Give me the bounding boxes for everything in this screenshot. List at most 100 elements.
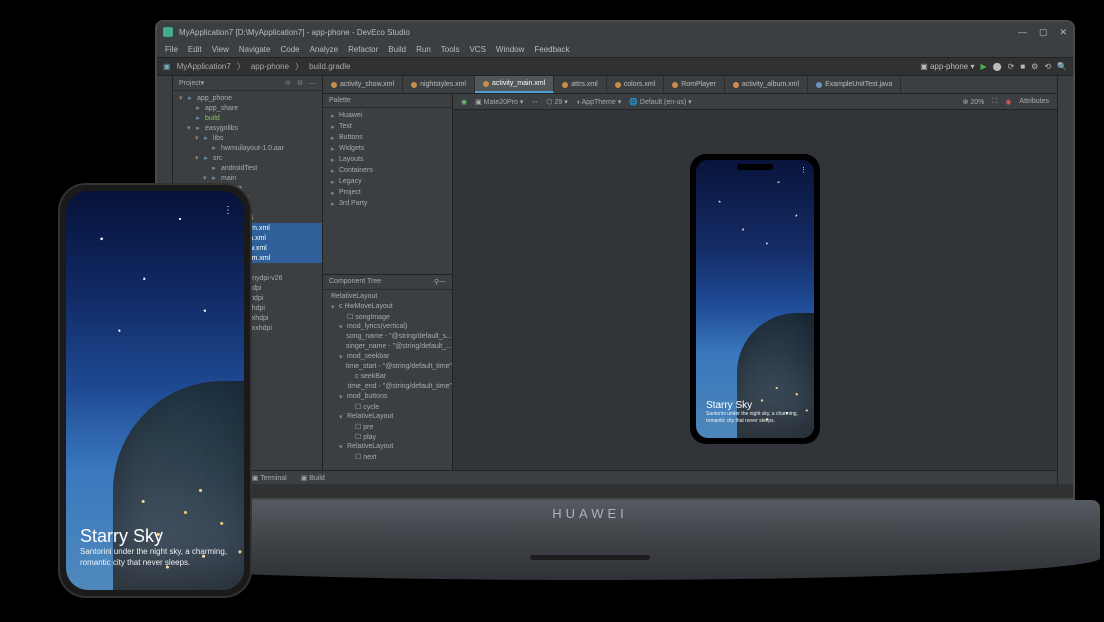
- zoom-label[interactable]: ⊕ 20%: [963, 98, 985, 106]
- component-item[interactable]: ▾mod_lyrics(vertical): [323, 322, 452, 332]
- palette-list[interactable]: HuaweiTextButtonsWidgetsLayoutsContainer…: [323, 108, 452, 274]
- palette-item[interactable]: Buttons: [323, 132, 452, 143]
- bottom-tab-terminal[interactable]: ▣ Terminal: [252, 474, 287, 482]
- component-hide-icon[interactable]: —: [439, 278, 446, 286]
- component-item[interactable]: ☐ next: [323, 452, 452, 462]
- gear-icon[interactable]: ⚙: [297, 79, 303, 87]
- palette-header: Palette: [323, 94, 452, 108]
- collapse-icon[interactable]: ⊖: [285, 79, 291, 87]
- menu-window[interactable]: Window: [496, 45, 524, 54]
- menu-build[interactable]: Build: [388, 45, 406, 54]
- app-icon: [163, 27, 173, 37]
- hide-icon[interactable]: —: [309, 80, 316, 87]
- menu-edit[interactable]: Edit: [188, 45, 202, 54]
- menu-analyze[interactable]: Analyze: [310, 45, 338, 54]
- bottom-tab-build[interactable]: ▣ Build: [301, 474, 325, 482]
- eye-icon[interactable]: ◉: [461, 98, 467, 106]
- component-item[interactable]: c seekBar: [323, 372, 452, 382]
- editor-tab[interactable]: attrs.xml: [554, 76, 606, 93]
- phone-overlay: Starry Sky Santorini under the night sky…: [80, 526, 240, 568]
- component-item[interactable]: ▾mod_seekbar: [323, 352, 452, 362]
- palette-item[interactable]: Layouts: [323, 154, 452, 165]
- tree-item[interactable]: ▾▸app_phone: [173, 93, 322, 103]
- window-controls[interactable]: — ▢ ✕: [1018, 27, 1067, 38]
- tree-item[interactable]: ▾▸easygolibs: [173, 123, 322, 133]
- component-item[interactable]: ☐ pre: [323, 422, 452, 432]
- menu-file[interactable]: File: [165, 45, 178, 54]
- component-item[interactable]: ☐ songImage: [323, 312, 452, 322]
- component-item[interactable]: song_name - "@string/default_s...: [323, 332, 452, 342]
- phone-subtitle: Santorini under the night sky, a charmin…: [80, 547, 240, 568]
- api-select[interactable]: ⬡ 29 ▾: [546, 98, 567, 106]
- editor-tab[interactable]: ExampleUnitTest.java: [808, 76, 901, 93]
- palette-item[interactable]: 3rd Party: [323, 198, 452, 209]
- theme-select[interactable]: ◑ AppTheme ▾: [576, 98, 622, 106]
- palette-item[interactable]: Text: [323, 121, 452, 132]
- sync-icon[interactable]: ⟲: [1044, 62, 1051, 71]
- minimize-icon[interactable]: —: [1018, 27, 1027, 38]
- crumb-project[interactable]: MyApplication7: [177, 62, 231, 71]
- palette-item[interactable]: Containers: [323, 165, 452, 176]
- tree-item[interactable]: ▾▸src: [173, 153, 322, 163]
- tree-item[interactable]: ▸app_share: [173, 103, 322, 113]
- editor-tab[interactable]: colors.xml: [607, 76, 665, 93]
- warn-icon[interactable]: ◉: [1005, 98, 1011, 106]
- preview-canvas: ⋮ Starry Sky Santorini under the night s…: [453, 110, 1057, 488]
- menu-tools[interactable]: Tools: [441, 45, 460, 54]
- editor-tab[interactable]: nightstyles.xml: [403, 76, 475, 93]
- menubar: File Edit View Navigate Code Analyze Ref…: [157, 42, 1073, 58]
- component-item[interactable]: ☐ cycle: [323, 402, 452, 412]
- run-icon[interactable]: ▶: [981, 62, 987, 71]
- menu-code[interactable]: Code: [280, 45, 299, 54]
- palette-item[interactable]: Huawei: [323, 110, 452, 121]
- menu-run[interactable]: Run: [416, 45, 431, 54]
- component-item[interactable]: time_end - "@string/default_time": [323, 382, 452, 392]
- tree-item[interactable]: ▸hwmuilayout-1.0.aar: [173, 143, 322, 153]
- trackpad-notch: [530, 555, 650, 560]
- attributes-label[interactable]: Attributes: [1019, 98, 1049, 105]
- device-select[interactable]: ▣ Mate20Pro ▾: [475, 98, 523, 106]
- component-item[interactable]: ▾c HwMoveLayout: [323, 302, 452, 312]
- maximize-icon[interactable]: ▢: [1039, 27, 1048, 38]
- bug-icon[interactable]: ⬤: [993, 62, 1002, 71]
- editor-tab[interactable]: activity_show.xml: [323, 76, 403, 93]
- palette-item[interactable]: Widgets: [323, 143, 452, 154]
- menu-navigate[interactable]: Navigate: [239, 45, 271, 54]
- palette-item[interactable]: Legacy: [323, 176, 452, 187]
- editor-tab[interactable]: RomPlayer: [664, 76, 725, 93]
- fit-icon[interactable]: ⛶: [992, 98, 997, 106]
- component-item[interactable]: ▾RelativeLayout: [323, 412, 452, 422]
- crumb-module[interactable]: app-phone: [251, 62, 289, 71]
- orientation-icon[interactable]: ↔: [531, 98, 538, 105]
- component-item[interactable]: ▾mod_buttons: [323, 392, 452, 402]
- stop-icon[interactable]: ■: [1020, 62, 1025, 71]
- menu-view[interactable]: View: [212, 45, 229, 54]
- preview-text: Starry Sky Santorini under the night sky…: [706, 400, 806, 424]
- menu-vcs[interactable]: VCS: [469, 45, 485, 54]
- component-tree[interactable]: RelativeLayout▾c HwMoveLayout☐ songImage…: [323, 290, 452, 488]
- component-item[interactable]: ▾RelativeLayout: [323, 442, 452, 452]
- run-config-dropdown[interactable]: ▣ app-phone ▾: [920, 62, 974, 71]
- tree-item[interactable]: ▾▸main: [173, 173, 322, 183]
- profile-icon[interactable]: ⟳: [1008, 62, 1015, 71]
- close-icon[interactable]: ✕: [1059, 27, 1067, 38]
- menu-refactor[interactable]: Refactor: [348, 45, 378, 54]
- editor-tab[interactable]: activity_main.xml: [475, 76, 554, 93]
- menu-feedback[interactable]: Feedback: [534, 45, 569, 54]
- laptop: MyApplication7 [D:\MyApplication7] - app…: [155, 20, 1075, 500]
- editor-tabs[interactable]: activity_show.xmlnightstyles.xmlactivity…: [323, 76, 1057, 94]
- component-item[interactable]: singer_name - "@string/default_...: [323, 342, 452, 352]
- search-icon[interactable]: 🔍: [1057, 62, 1067, 71]
- palette-item[interactable]: Project: [323, 187, 452, 198]
- tree-item[interactable]: ▾▸libs: [173, 133, 322, 143]
- component-item[interactable]: time_start - "@string/default_time": [323, 362, 452, 372]
- locale-select[interactable]: 🌐 Default (en-us) ▾: [629, 98, 691, 106]
- component-item[interactable]: ☐ play: [323, 432, 452, 442]
- component-tree-header: Component Tree: [329, 278, 381, 286]
- crumb-file[interactable]: build.gradle: [309, 62, 350, 71]
- tree-item[interactable]: ▸androidTest: [173, 163, 322, 173]
- settings-icon[interactable]: ⚙: [1031, 62, 1038, 71]
- component-item[interactable]: RelativeLayout: [323, 292, 452, 302]
- tree-item[interactable]: ▸build: [173, 113, 322, 123]
- editor-tab[interactable]: activity_album.xml: [725, 76, 808, 93]
